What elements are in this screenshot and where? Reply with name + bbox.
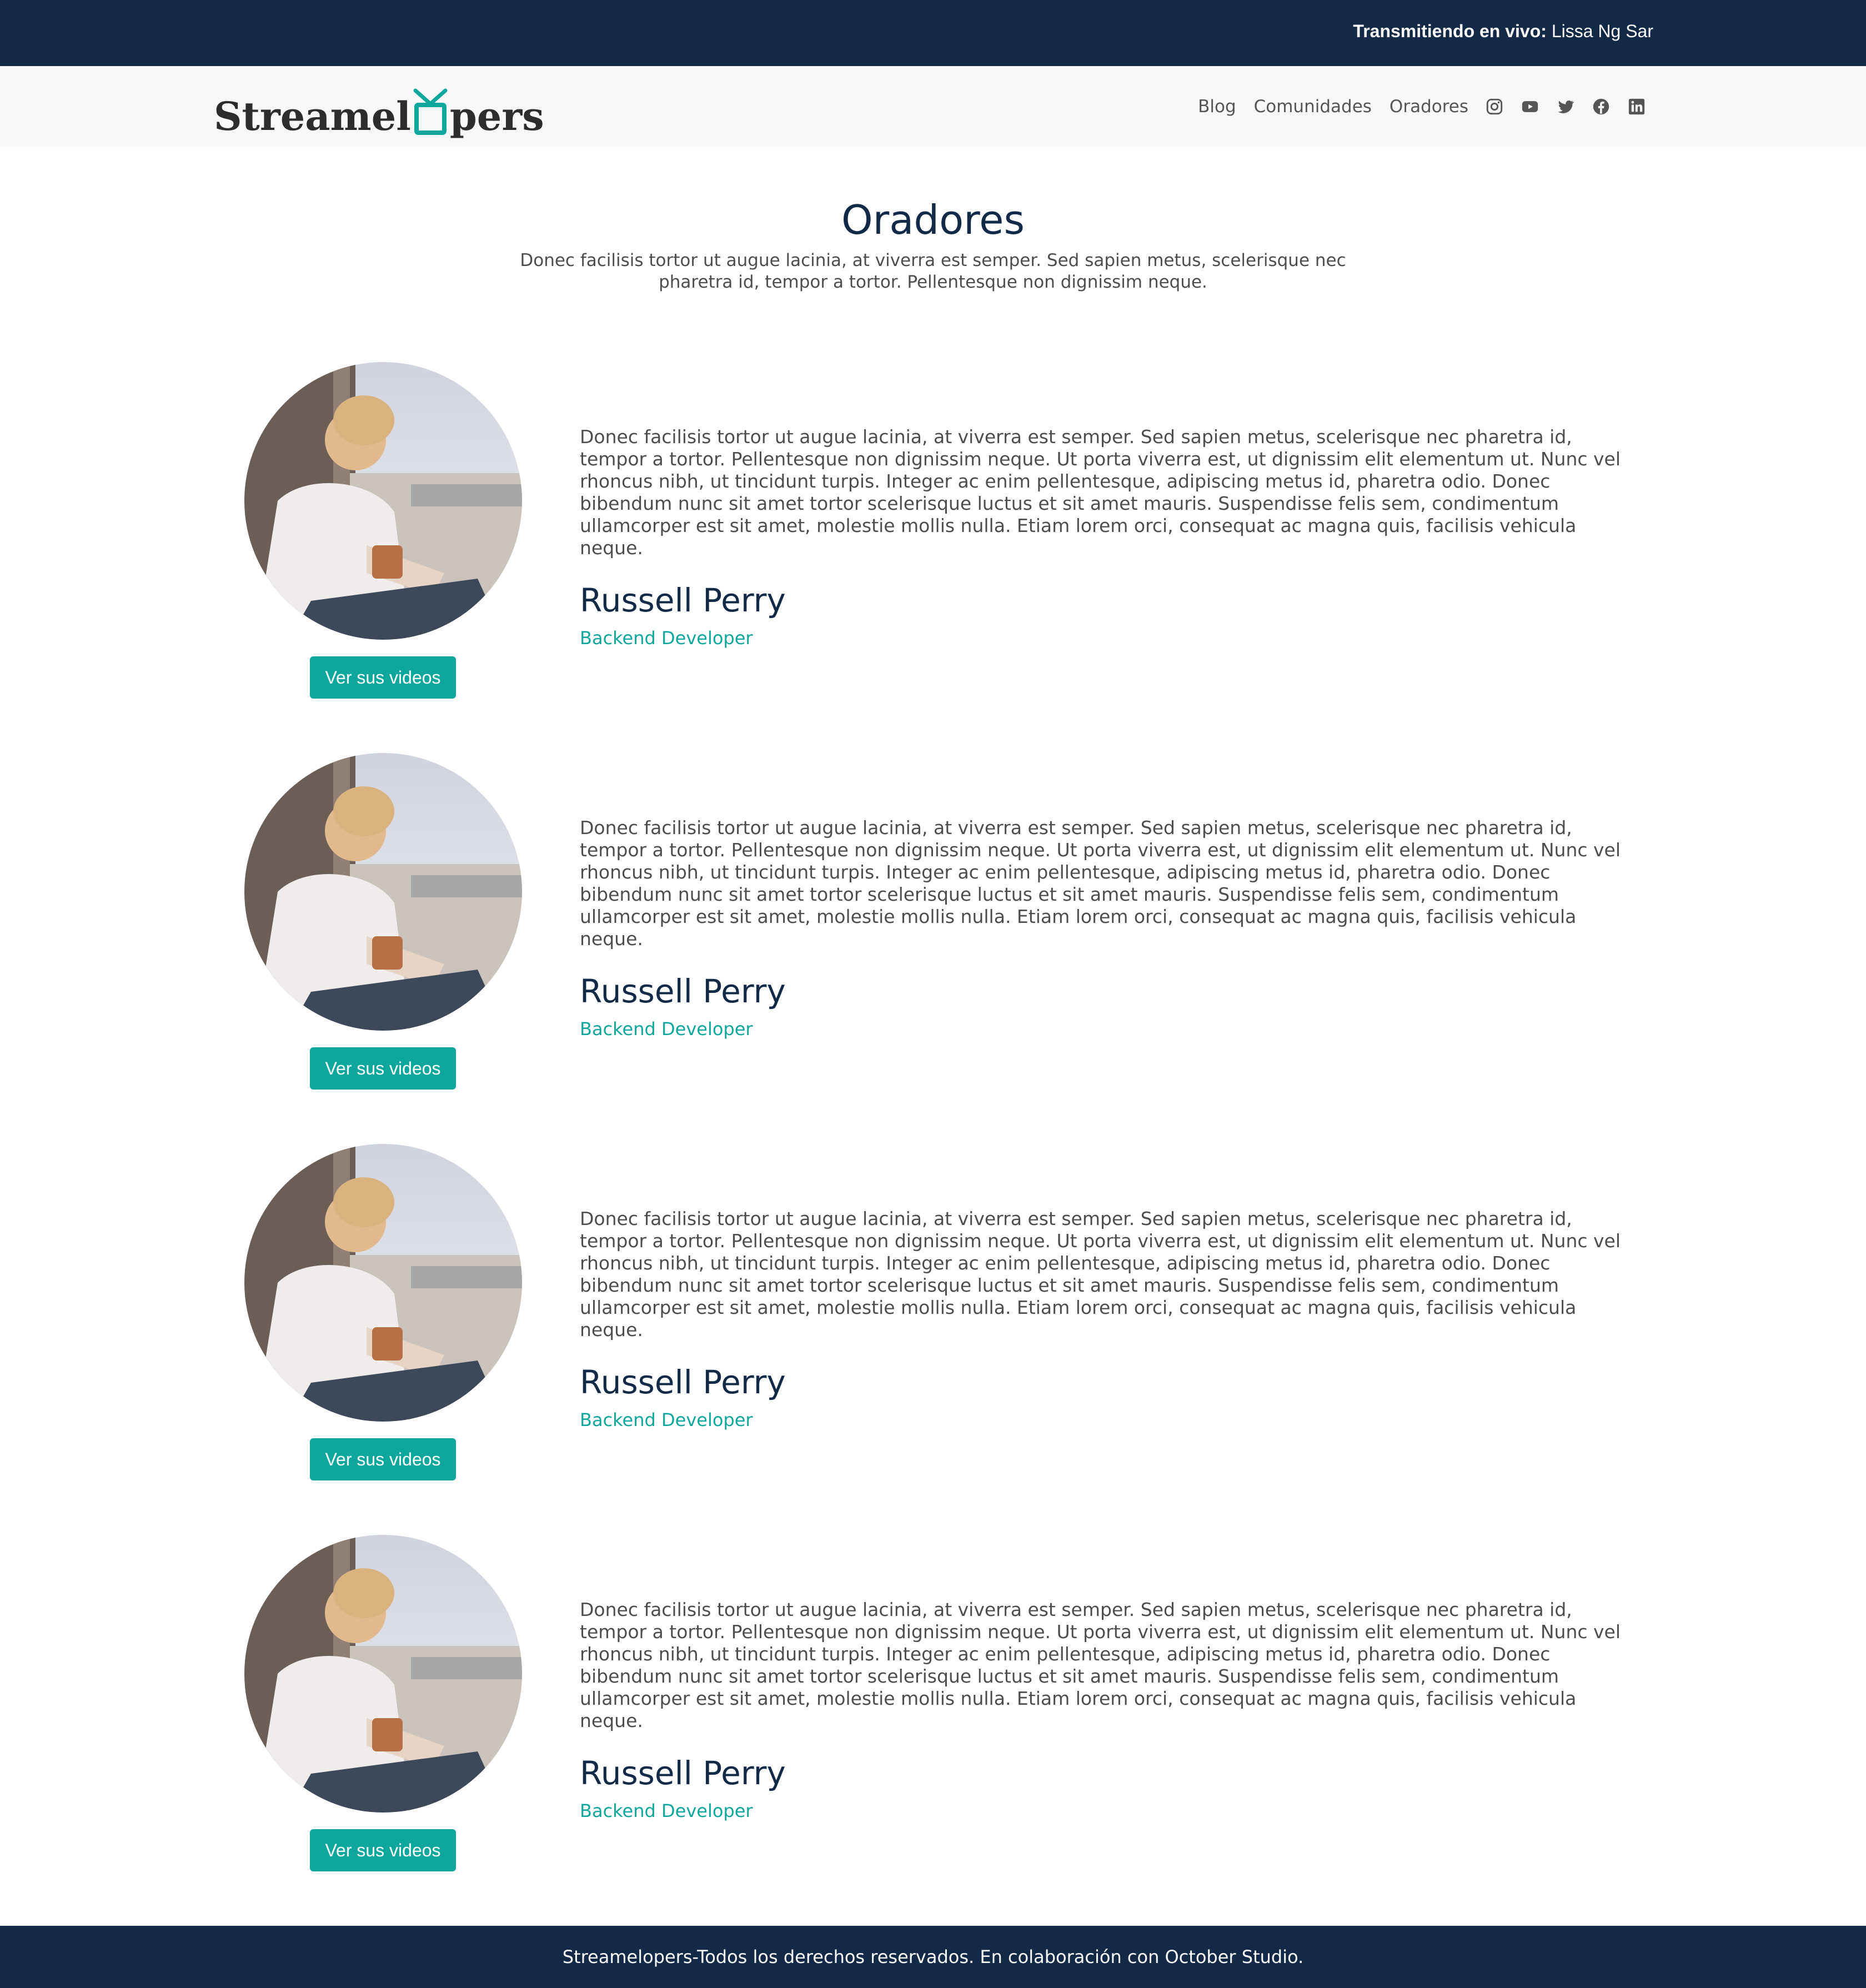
speaker-bio: Donec facilisis tortor ut augue lacinia,…	[580, 1208, 1621, 1341]
speaker-photo	[244, 1535, 522, 1813]
watch-videos-button[interactable]: Ver sus videos	[310, 1829, 456, 1871]
intro-text: Donec facilisis tortor ut augue lacinia,…	[520, 250, 1346, 292]
live-name: Lissa Ng Sar	[1551, 21, 1653, 41]
speaker-photo	[244, 753, 522, 1031]
watch-videos-button[interactable]: Ver sus videos	[310, 1047, 456, 1090]
speaker-name: Russell Perry	[580, 581, 786, 619]
watch-videos-button[interactable]: Ver sus videos	[310, 1438, 456, 1480]
nav-link-blog[interactable]: Blog	[1198, 97, 1236, 117]
nav-link-oradores[interactable]: Oradores	[1390, 97, 1468, 117]
page-title: Oradores	[841, 197, 1025, 243]
site-header: Streamel pers Blog Comunidades Oradores	[0, 66, 1866, 147]
site-footer: Streamelopers-Todos los derechos reserva…	[0, 1926, 1866, 1988]
speaker-photo	[244, 362, 522, 640]
speaker-bio: Donec facilisis tortor ut augue lacinia,…	[580, 1599, 1621, 1731]
speaker-role: Backend Developer	[580, 1018, 753, 1040]
speaker-name: Russell Perry	[580, 1363, 786, 1401]
live-status[interactable]: Transmitiendo en vivo: Lissa Ng Sar	[1353, 21, 1653, 42]
live-label: Transmitiendo en vivo:	[1353, 21, 1547, 41]
live-banner: Transmitiendo en vivo: Lissa Ng Sar	[0, 0, 1866, 66]
speaker-bio: Donec facilisis tortor ut augue lacinia,…	[580, 817, 1621, 950]
main-nav: Blog Comunidades Oradores	[1180, 93, 1646, 121]
footer-text: Streamelopers-Todos los derechos reserva…	[562, 1946, 1304, 1967]
watch-videos-button[interactable]: Ver sus videos	[310, 656, 456, 699]
speaker-card: Ver sus videos Donec facilisis tortor ut…	[0, 362, 1866, 706]
speaker-card: Ver sus videos Donec facilisis tortor ut…	[0, 1144, 1866, 1488]
linkedin-icon[interactable]	[1627, 97, 1646, 116]
logo[interactable]: Streamel pers	[214, 83, 544, 136]
speaker-bio: Donec facilisis tortor ut augue lacinia,…	[580, 426, 1621, 559]
logo-text-left: Streamel	[214, 93, 411, 139]
nav-link-comunidades[interactable]: Comunidades	[1254, 97, 1372, 117]
speaker-card: Ver sus videos Donec facilisis tortor ut…	[0, 1535, 1866, 1879]
logo-text-right: pers	[449, 93, 544, 139]
speaker-name: Russell Perry	[580, 972, 786, 1010]
speaker-photo	[244, 1144, 522, 1422]
intro-section: Oradores Donec facilisis tortor ut augue…	[0, 197, 1866, 293]
logo-mark-icon	[413, 88, 448, 135]
speaker-role: Backend Developer	[580, 1800, 753, 1821]
speaker-name: Russell Perry	[580, 1754, 786, 1792]
youtube-icon[interactable]	[1521, 97, 1539, 116]
speaker-card: Ver sus videos Donec facilisis tortor ut…	[0, 753, 1866, 1097]
facebook-icon[interactable]	[1592, 97, 1611, 116]
twitter-icon[interactable]	[1556, 97, 1575, 116]
speaker-role: Backend Developer	[580, 627, 753, 649]
instagram-icon[interactable]	[1485, 97, 1504, 116]
speaker-role: Backend Developer	[580, 1409, 753, 1430]
